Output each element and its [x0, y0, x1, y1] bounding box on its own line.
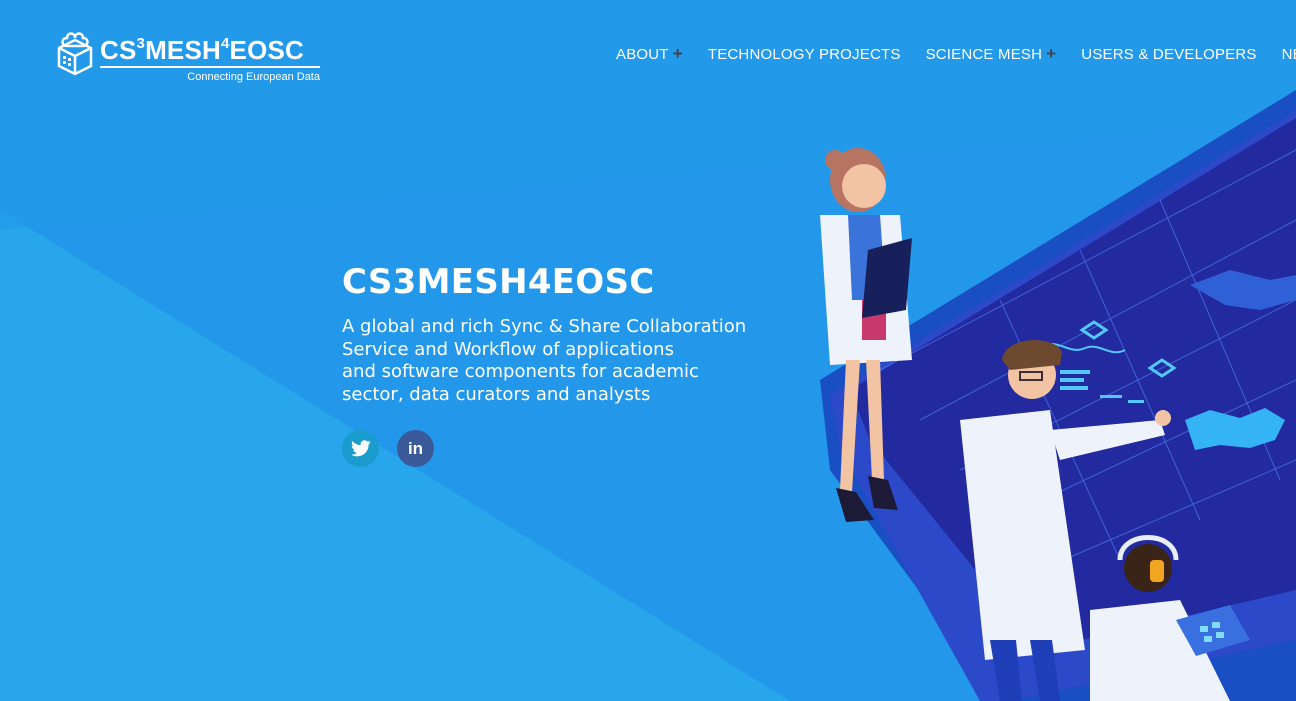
twitter-bird-icon — [350, 440, 371, 457]
nav-about-label: ABOUT — [616, 45, 669, 63]
brand-name: CS3MESH4EOSC — [100, 35, 305, 65]
nav-users-developers-label: USERS & DEVELOPERS — [1081, 45, 1257, 63]
hero-description-line: sector, data curators and analysts — [342, 383, 651, 405]
linkedin-link[interactable]: in — [397, 430, 434, 467]
nav-science-mesh[interactable]: SCIENCE MESH + — [926, 44, 1057, 64]
linkedin-icon: in — [407, 438, 424, 458]
main-nav: ABOUT + TECHNOLOGY PROJECTS SCIENCE MESH… — [616, 44, 1296, 64]
cube-logo-icon — [57, 32, 93, 76]
hero-description-line: and software components for academic — [342, 361, 699, 382]
plus-icon: + — [1046, 44, 1057, 63]
brand-tagline: Connecting European Data — [187, 71, 320, 83]
hero-section: CS3MESH4EOSC A global and rich Sync & Sh… — [342, 262, 772, 467]
plus-icon: + — [672, 44, 683, 63]
twitter-link[interactable] — [342, 430, 379, 467]
brand-logo[interactable]: CS3MESH4EOSC Connecting European Data — [56, 30, 320, 83]
hero-description-line: A global and rich Sync & Share Collabora… — [342, 316, 747, 337]
brand-divider — [100, 66, 320, 68]
nav-users-developers[interactable]: USERS & DEVELOPERS — [1081, 44, 1256, 64]
nav-technology-projects[interactable]: TECHNOLOGY PROJECTS — [708, 44, 901, 64]
nav-news-label: NEWS — [1281, 45, 1296, 63]
hero-title: CS3MESH4EOSC — [342, 262, 655, 302]
nav-news[interactable]: NEWS — [1282, 44, 1296, 64]
social-links: in — [342, 430, 772, 467]
hero-description-line: Service and Workflow of applications — [342, 338, 674, 360]
hero-description: A global and rich Sync & Share Collabora… — [342, 316, 762, 406]
nav-technology-projects-label: TECHNOLOGY PROJECTS — [707, 45, 901, 63]
nav-about[interactable]: ABOUT + — [616, 44, 683, 64]
nav-science-mesh-label: SCIENCE MESH — [925, 45, 1043, 63]
